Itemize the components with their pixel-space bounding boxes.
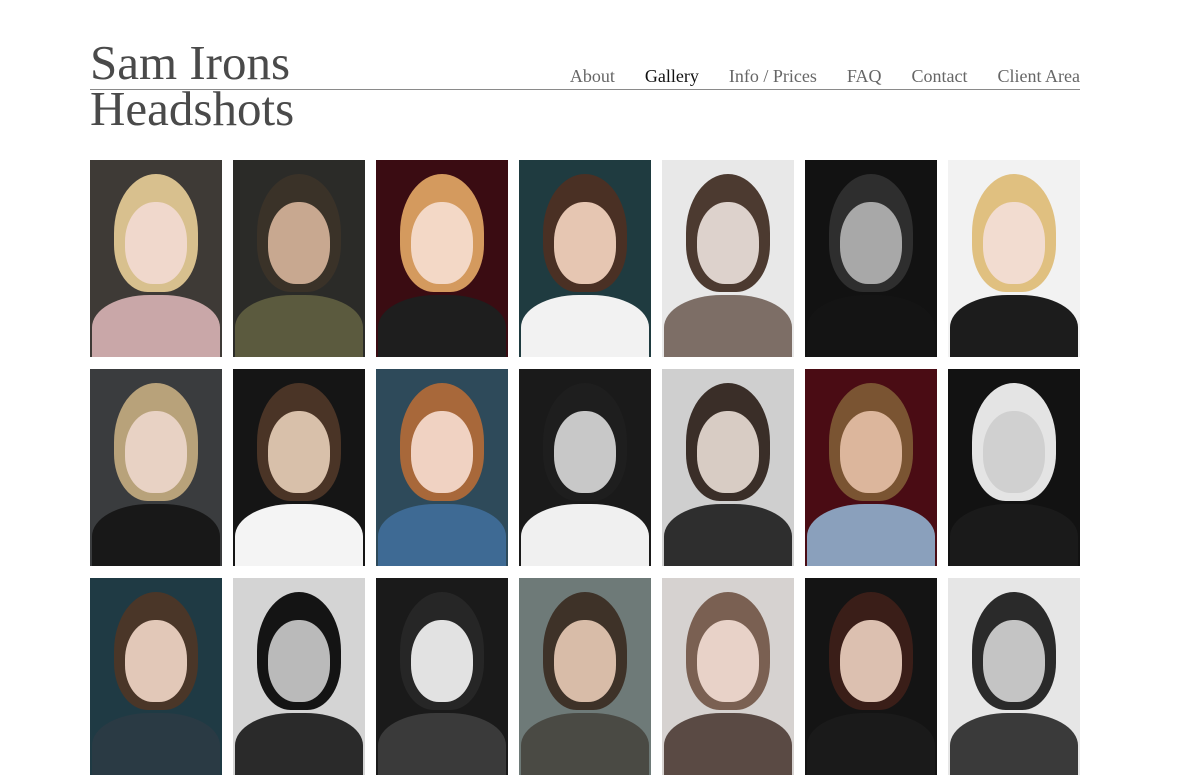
portrait-face xyxy=(983,202,1045,284)
portrait-face xyxy=(411,202,473,284)
headshot-thumbnail[interactable] xyxy=(519,160,651,357)
headshot-thumbnail[interactable] xyxy=(805,578,937,775)
portrait-shoulders xyxy=(235,295,363,357)
headshot-thumbnail[interactable] xyxy=(662,160,794,357)
portrait-shoulders xyxy=(950,295,1078,357)
portrait-shoulders xyxy=(521,713,649,775)
portrait-shoulders xyxy=(521,504,649,566)
headshot-thumbnail[interactable] xyxy=(662,578,794,775)
portrait-shoulders xyxy=(378,504,506,566)
headshot-thumbnail[interactable] xyxy=(519,369,651,566)
portrait-shoulders xyxy=(378,295,506,357)
portrait-face xyxy=(411,620,473,702)
headshot-gallery xyxy=(90,160,1080,775)
portrait-face xyxy=(125,202,187,284)
site-logo-title[interactable]: Sam Irons Headshots xyxy=(90,35,295,136)
headshot-thumbnail[interactable] xyxy=(805,369,937,566)
headshot-thumbnail[interactable] xyxy=(90,578,222,775)
portrait-face xyxy=(125,620,187,702)
portrait-face xyxy=(268,411,330,493)
header-divider xyxy=(90,89,1080,90)
portrait-face xyxy=(411,411,473,493)
portrait-shoulders xyxy=(92,295,220,357)
portrait-shoulders xyxy=(235,713,363,775)
portrait-face xyxy=(125,411,187,493)
site-title-line2: Headshots xyxy=(90,81,295,136)
headshot-thumbnail[interactable] xyxy=(233,160,365,357)
portrait-face xyxy=(840,411,902,493)
portrait-face xyxy=(268,620,330,702)
portrait-face xyxy=(840,620,902,702)
portrait-face xyxy=(697,411,759,493)
portrait-face xyxy=(554,620,616,702)
portrait-shoulders xyxy=(807,504,935,566)
portrait-face xyxy=(983,620,1045,702)
main-nav: About Gallery Info / Prices FAQ Contact … xyxy=(540,64,1080,88)
headshot-thumbnail[interactable] xyxy=(376,578,508,775)
portrait-face xyxy=(697,202,759,284)
portrait-face xyxy=(983,411,1045,493)
portrait-shoulders xyxy=(664,504,792,566)
portrait-face xyxy=(697,620,759,702)
headshot-thumbnail[interactable] xyxy=(805,160,937,357)
headshot-thumbnail[interactable] xyxy=(948,369,1080,566)
headshot-thumbnail[interactable] xyxy=(662,369,794,566)
portrait-shoulders xyxy=(664,295,792,357)
site-title-line1: Sam Irons xyxy=(90,35,291,90)
portrait-face xyxy=(554,411,616,493)
headshot-thumbnail[interactable] xyxy=(233,578,365,775)
nav-faq[interactable]: FAQ xyxy=(847,64,882,88)
headshot-thumbnail[interactable] xyxy=(948,578,1080,775)
site-header: Sam Irons Headshots About Gallery Info /… xyxy=(90,35,1080,140)
portrait-shoulders xyxy=(950,713,1078,775)
portrait-shoulders xyxy=(378,713,506,775)
portrait-face xyxy=(268,202,330,284)
portrait-shoulders xyxy=(807,713,935,775)
nav-about[interactable]: About xyxy=(570,64,615,88)
portrait-shoulders xyxy=(807,295,935,357)
nav-contact[interactable]: Contact xyxy=(912,64,968,88)
portrait-face xyxy=(840,202,902,284)
portrait-shoulders xyxy=(664,713,792,775)
headshot-thumbnail[interactable] xyxy=(948,160,1080,357)
nav-client-area[interactable]: Client Area xyxy=(998,64,1080,88)
headshot-thumbnail[interactable] xyxy=(90,160,222,357)
portrait-face xyxy=(554,202,616,284)
nav-gallery[interactable]: Gallery xyxy=(645,64,699,88)
headshot-thumbnail[interactable] xyxy=(376,369,508,566)
headshot-thumbnail[interactable] xyxy=(90,369,222,566)
portrait-shoulders xyxy=(235,504,363,566)
portrait-shoulders xyxy=(521,295,649,357)
portrait-shoulders xyxy=(92,713,220,775)
portrait-shoulders xyxy=(92,504,220,566)
nav-info-prices[interactable]: Info / Prices xyxy=(729,64,817,88)
headshot-thumbnail[interactable] xyxy=(376,160,508,357)
headshot-thumbnail[interactable] xyxy=(233,369,365,566)
portrait-shoulders xyxy=(950,504,1078,566)
headshot-thumbnail[interactable] xyxy=(519,578,651,775)
